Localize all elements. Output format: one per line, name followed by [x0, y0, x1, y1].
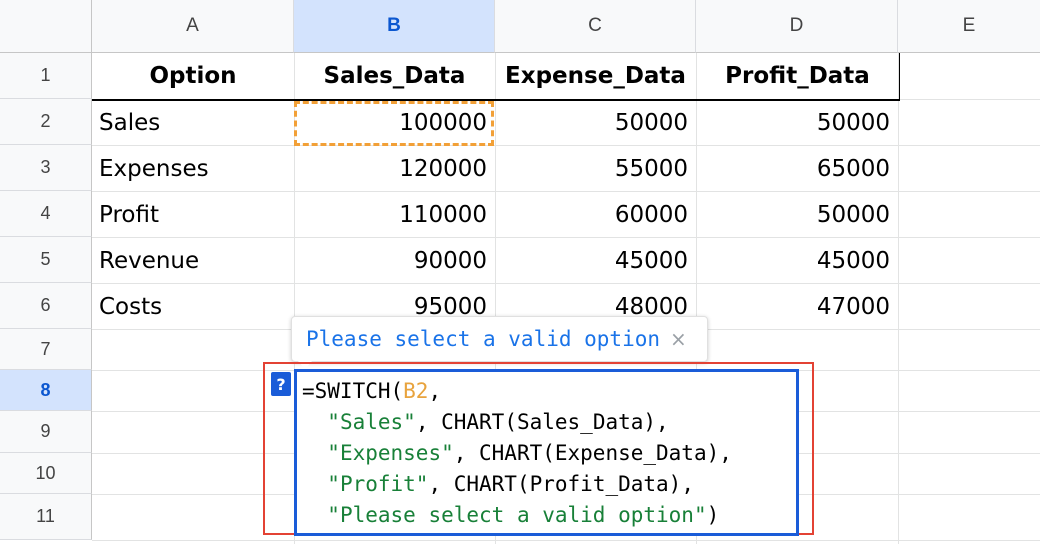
cell-d1[interactable]: Profit_Data: [696, 53, 899, 99]
cell-b1[interactable]: Sales_Data: [294, 53, 495, 99]
formula-line-4-rest: , CHART(Profit_Data),: [428, 472, 694, 496]
cell-b3[interactable]: 120000: [294, 146, 495, 192]
formula-line-2-string: "Sales": [327, 410, 416, 434]
cell-d2[interactable]: 50000: [696, 100, 898, 146]
select-all-corner[interactable]: [0, 0, 92, 53]
column-header-c[interactable]: C: [495, 0, 696, 53]
formula-line-5-string: "Please select a valid option": [327, 503, 707, 527]
cell-a1[interactable]: Option: [92, 53, 294, 99]
row-header-4[interactable]: 4: [0, 191, 92, 237]
row-header-7[interactable]: 7: [0, 329, 92, 370]
cell-d5[interactable]: 45000: [696, 238, 898, 284]
formula-line-2-rest: , CHART(Sales_Data),: [415, 410, 669, 434]
cell-d3[interactable]: 65000: [696, 146, 898, 192]
formula-line-3-string: "Expenses": [327, 441, 454, 465]
cell-c1[interactable]: Expense_Data: [495, 53, 696, 99]
row-header-9[interactable]: 9: [0, 411, 92, 453]
cell-a3[interactable]: Expenses: [92, 146, 294, 192]
row-header-10[interactable]: 10: [0, 453, 92, 494]
cell-c3[interactable]: 55000: [495, 146, 696, 192]
row-header-6[interactable]: 6: [0, 283, 92, 329]
cell-b5[interactable]: 90000: [294, 238, 495, 284]
column-header-b[interactable]: B: [294, 0, 495, 53]
row-header-5[interactable]: 5: [0, 237, 92, 283]
cell-d6[interactable]: 47000: [696, 284, 898, 330]
formula-line-3-rest: , CHART(Expense_Data),: [453, 441, 732, 465]
cell-b4[interactable]: 110000: [294, 192, 495, 238]
row-header-3[interactable]: 3: [0, 145, 92, 191]
cell-a4[interactable]: Profit: [92, 192, 294, 238]
formula-line-1-suffix: ,: [428, 379, 442, 403]
cell-a5[interactable]: Revenue: [92, 238, 294, 284]
header-right-border: [899, 53, 900, 99]
column-header-e[interactable]: E: [898, 0, 1040, 53]
close-icon[interactable]: ×: [670, 327, 687, 351]
tooltip-text: Please select a valid option: [306, 327, 661, 351]
column-header-d[interactable]: D: [696, 0, 898, 53]
cell-b2[interactable]: 100000: [294, 100, 495, 146]
row-header-1[interactable]: 1: [0, 53, 92, 99]
formula-cell-reference: B2: [403, 379, 429, 403]
cell-c4[interactable]: 60000: [495, 192, 696, 238]
cell-a6[interactable]: Costs: [92, 284, 294, 330]
cell-c5[interactable]: 45000: [495, 238, 696, 284]
row-header-11[interactable]: 11: [0, 494, 92, 540]
formula-line-5-rest: ): [706, 503, 720, 527]
column-header-a[interactable]: A: [92, 0, 294, 53]
cell-d4[interactable]: 50000: [696, 192, 898, 238]
formula-result-tooltip: Please select a valid option ×: [291, 316, 708, 362]
formula-line-4-string: "Profit": [327, 472, 429, 496]
cell-a2[interactable]: Sales: [92, 100, 294, 146]
cell-c2[interactable]: 50000: [495, 100, 696, 146]
formula-line-1-fn: =SWITCH(: [302, 379, 404, 403]
row-header-8[interactable]: 8: [0, 370, 92, 411]
formula-help-icon[interactable]: ?: [271, 372, 291, 396]
row-header-2[interactable]: 2: [0, 99, 92, 145]
formula-editor[interactable]: =SWITCH(B2, "Sales", CHART(Sales_Data), …: [294, 369, 799, 536]
